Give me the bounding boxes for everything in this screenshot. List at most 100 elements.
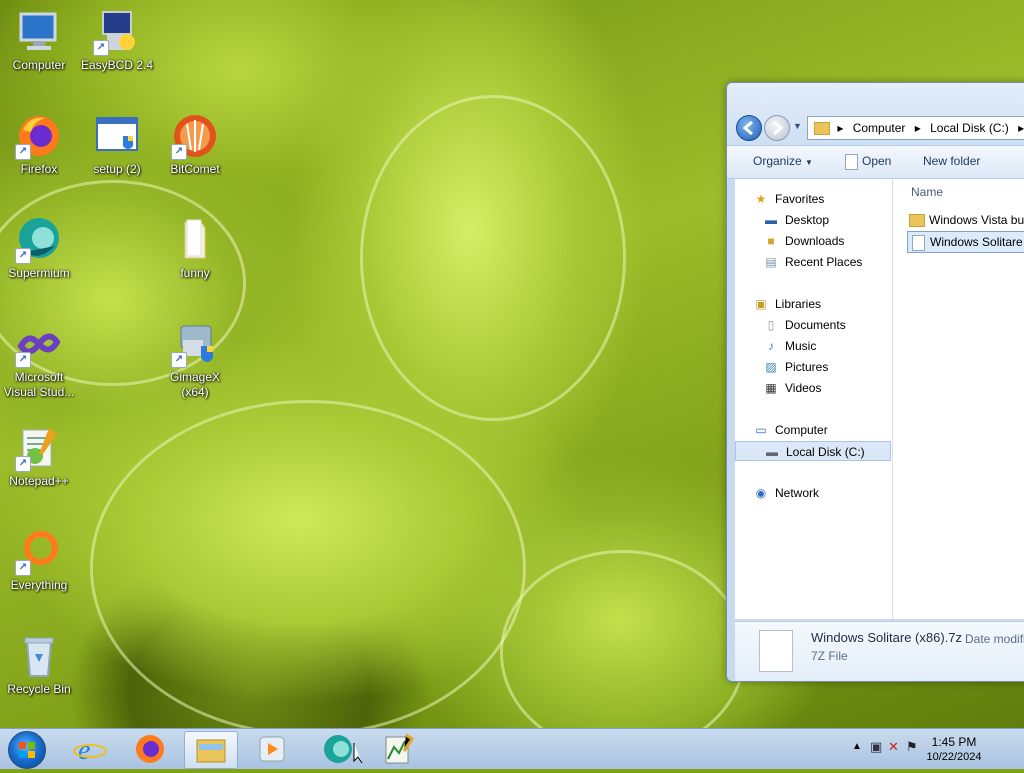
open-button[interactable]: Open [845,154,891,170]
nav-documents[interactable]: ▯ Documents [763,315,846,335]
organize-button[interactable]: Organize ▼ [753,154,813,168]
nav-network[interactable]: ◉ Network [753,483,819,503]
desktop-icon-supermium[interactable]: ↗ Supermium [2,216,76,281]
details-file-name: Windows Solitare (x86).7z [811,630,962,645]
desktop-icon-recycle-bin[interactable]: Recycle Bin [2,632,76,697]
shortcut-arrow-icon: ↗ [15,456,31,472]
explorer-window[interactable]: ▼ ▸ Computer ▸ Local Disk (C:) ▸ D Organ… [726,82,1024,682]
shortcut-arrow-icon: ↗ [171,144,187,160]
desktop-icon-easybcd[interactable]: ↗ EasyBCD 2.4 [80,8,154,73]
taskbar-windows-explorer[interactable] [184,731,238,769]
desktop-icon-firefox[interactable]: ↗ Firefox [2,112,76,177]
taskbar-media-player[interactable] [246,731,298,767]
network-status-icon[interactable]: ▣ [870,739,882,755]
show-hidden-icons-icon[interactable]: ▲ [852,741,862,752]
recent-pages-chevron-icon[interactable]: ▼ [793,121,802,131]
desktop-icon-bitcomet[interactable]: ↗ BitComet [158,112,232,177]
easybcd-icon: ↗ [93,8,141,56]
nav-desktop[interactable]: ▬ Desktop [763,210,829,230]
chevron-down-icon: ▼ [805,158,813,167]
file-icon [912,234,925,251]
details-pane: Windows Solitare (x86).7z 7Z File Date m… [735,621,1024,681]
nav-label: Favorites [775,192,825,206]
desktop-icon-label: Firefox [20,162,58,176]
media-player-icon [259,736,285,762]
details-file-type: 7Z File [811,649,848,663]
desktop-icon-label: Supermium [8,266,70,280]
desktop-icon-label: BitComet [170,162,220,176]
shortcut-arrow-icon: ↗ [15,248,31,264]
notepadpp-icon: ↗ [15,424,63,472]
videos-icon: ▦ [765,381,777,395]
shortcut-arrow-icon: ↗ [93,40,109,56]
folder-icon [909,214,925,228]
desktop-icon-label: Computer [12,58,66,72]
taskbar-supermium[interactable] [312,731,364,767]
start-button[interactable] [8,731,46,769]
nav-label: Recent Places [785,255,863,269]
breadcrumb-computer[interactable]: Computer [853,121,906,135]
desktop-icon-gimagex[interactable]: ↗ GimageX (x64) [158,320,232,400]
nav-local-disk[interactable]: ▬ Local Disk (C:) [735,441,891,461]
pictures-icon: ▨ [765,360,777,374]
taskbar-internet-explorer[interactable]: e [64,731,116,767]
back-button[interactable] [736,115,762,141]
file-row-selected[interactable]: Windows Solitare [907,231,1024,253]
address-bar[interactable]: ▸ Computer ▸ Local Disk (C:) ▸ D [807,116,1024,140]
nav-downloads[interactable]: ■ Downloads [763,231,844,251]
breadcrumb-separator-icon: ▸ [914,121,921,135]
gimagex-icon: ↗ [171,320,219,368]
forward-button[interactable] [764,115,790,141]
desktop-icon-funny[interactable]: funny [158,216,232,281]
desktop-icon-visual-studio[interactable]: ↗ Microsoft Visual Stud... [2,320,76,400]
new-folder-button[interactable]: New folder [923,154,980,168]
nav-videos[interactable]: ▦ Videos [763,378,821,398]
nav-computer[interactable]: ▭ Computer [753,420,827,440]
nav-label: Documents [785,318,846,332]
nav-recent-places[interactable]: ▤ Recent Places [763,252,862,272]
nav-favorites[interactable]: ★ Favorites [753,189,825,209]
column-header-name[interactable]: Name [911,185,943,199]
nav-pictures[interactable]: ▨ Pictures [763,357,828,377]
drive-icon: ▬ [766,445,778,459]
nav-label: Music [785,339,817,353]
nav-label: Desktop [785,213,830,227]
desktop-icon-everything[interactable]: ↗ Everything [2,528,76,593]
clock-time[interactable]: 1:45 PM [914,735,994,749]
setup-icon [93,112,141,160]
wallpaper-leaf [90,400,526,736]
libraries-icon: ▣ [755,297,767,311]
taskbar-notepadpp[interactable] [372,731,424,767]
supermium-icon: ↗ [15,216,63,264]
desktop-icon-label: EasyBCD 2.4 [80,58,154,72]
file-icon [845,154,858,170]
taskbar-firefox[interactable] [124,731,176,767]
breadcrumb-separator-icon: ▸ [837,121,844,135]
volume-muted-icon[interactable]: ✕ [888,739,899,755]
wallpaper-leaf [360,95,626,421]
desktop-icon: ▬ [765,213,777,227]
everything-icon: ↗ [15,528,63,576]
wallpaper-leaf [500,550,746,756]
desktop-icon-computer[interactable]: Computer [2,8,76,73]
system-tray: ▲ ▣ ✕ ⚑ 1:45 PM 10/22/2024 [834,729,1024,769]
music-icon: ♪ [768,339,774,353]
breadcrumb-local-disk[interactable]: Local Disk (C:) [930,121,1009,135]
file-row[interactable]: Windows Vista bu [909,210,1024,230]
nav-music[interactable]: ♪ Music [763,336,816,356]
nav-label: Pictures [785,360,829,374]
desktop-icon-setup[interactable]: setup (2) [80,112,154,177]
firefox-icon: ↗ [15,112,63,160]
windows-explorer-icon [196,739,226,763]
folder-icon [171,216,219,264]
shortcut-arrow-icon: ↗ [15,144,31,160]
open-label: Open [862,154,892,169]
nav-label: Libraries [775,297,822,311]
clock-date[interactable]: 10/22/2024 [914,751,994,763]
nav-libraries[interactable]: ▣ Libraries [753,294,821,314]
desktop-icon-label: Notepad++ [9,474,69,488]
bitcomet-icon: ↗ [171,112,219,160]
desktop-icon-notepadpp[interactable]: ↗ Notepad++ [2,424,76,489]
svg-text:e: e [78,735,90,766]
file-list: Name Windows Vista bu Windows Solitare [893,179,1024,619]
